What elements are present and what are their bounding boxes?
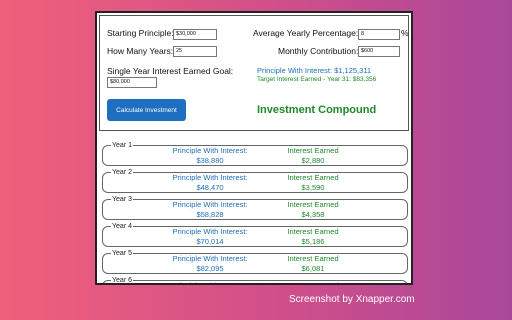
- interest-goal-input[interactable]: $80,000: [107, 77, 157, 88]
- calculate-investment-button[interactable]: Calculate Investment: [107, 99, 186, 121]
- interest-value: $2,880: [301, 155, 325, 165]
- interest-label: Interest Earned: [287, 200, 339, 209]
- page-title: Investment Compound: [257, 104, 377, 116]
- year-result-card: Year 5 Principle With Interest: $82,095 Int…: [102, 249, 408, 274]
- app-window: Starting Principle: $30,000 Average Year…: [95, 11, 413, 285]
- interest-column: Interest Earned $4,358: [253, 200, 373, 219]
- year-label: Year 3: [111, 195, 133, 204]
- monthly-contribution-input[interactable]: $600: [358, 46, 400, 57]
- year-label: Year 5: [111, 249, 133, 258]
- year-result-card: Year 2 Principle With Interest: $48,470 Int…: [102, 168, 408, 193]
- percent-sign: %: [401, 28, 409, 38]
- years-input[interactable]: 25: [173, 46, 217, 57]
- year-result-card: Year 1 Principle With Interest: $38,880 Int…: [102, 141, 408, 166]
- year-label: Year 1: [111, 141, 133, 150]
- interest-column: Interest Earned $3,590: [253, 173, 373, 192]
- interest-column: Interest Earned $6,081: [253, 254, 373, 273]
- principle-with-interest-summary: Principle With Interest: $1,125,311: [257, 66, 372, 75]
- monthly-contribution-label: Monthly Contribution:: [278, 46, 359, 56]
- year-result-card: Year 6Principle With Interest:$95,143Int…: [102, 276, 408, 283]
- target-interest-summary: Target Interest Earned - Year 31: $83,35…: [257, 76, 377, 83]
- interest-value: $6,081: [301, 263, 325, 273]
- interest-label: Interest Earned: [253, 281, 373, 283]
- interest-label: Interest Earned: [287, 173, 339, 182]
- year-result-card: Year 4 Principle With Interest: $70,014 Int…: [102, 222, 408, 247]
- interest-goal-label: Single Year Interest Earned Goal:: [107, 66, 234, 76]
- interest-value: $5,186: [301, 236, 325, 246]
- interest-column: Interest Earned $2,880: [253, 146, 373, 165]
- interest-label: Interest Earned: [287, 227, 339, 236]
- interest-column: Interest Earned $5,186: [253, 227, 373, 246]
- watermark: Screenshot by Xnapper.com: [289, 294, 415, 305]
- years-label: How Many Years:: [107, 46, 174, 56]
- starting-principle-label: Starting Principle:: [107, 28, 174, 38]
- interest-value: $4,358: [301, 209, 325, 219]
- interest-label: Interest Earned: [287, 254, 339, 263]
- interest-column: Interest Earned$7,048: [253, 281, 373, 283]
- avg-yearly-percentage-input[interactable]: 8: [358, 29, 400, 40]
- year-label: Year 4: [111, 222, 133, 231]
- year-result-card: Year 3 Principle With Interest: $58,828 Int…: [102, 195, 408, 220]
- input-panel: Starting Principle: $30,000 Average Year…: [99, 15, 409, 131]
- year-label: Year 2: [111, 168, 133, 177]
- interest-label: Interest Earned: [287, 146, 339, 155]
- avg-yearly-percentage-label: Average Yearly Percentage:: [253, 28, 359, 38]
- year-label: Year 6: [111, 276, 133, 284]
- interest-value: $3,590: [301, 182, 325, 192]
- starting-principle-input[interactable]: $30,000: [173, 29, 217, 40]
